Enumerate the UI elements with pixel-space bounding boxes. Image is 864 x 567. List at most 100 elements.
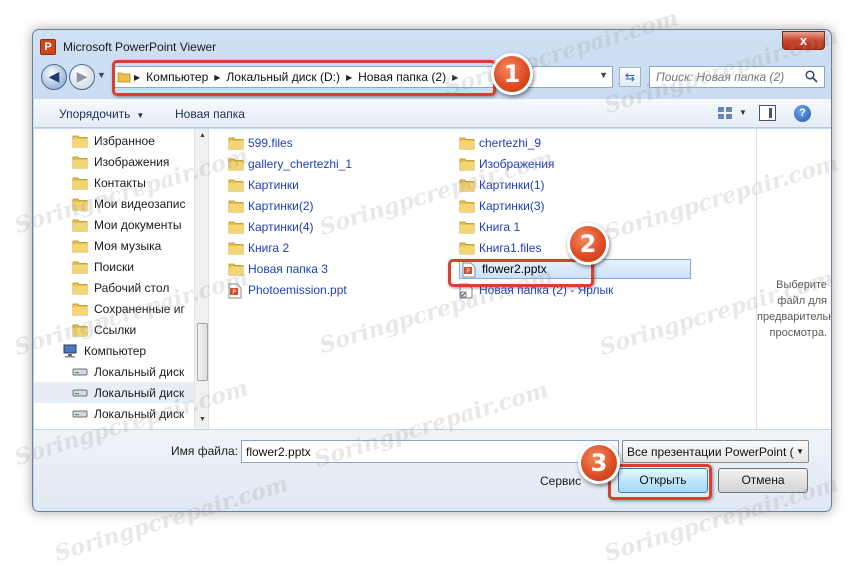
- folder-icon: [72, 155, 88, 169]
- sidebar-item[interactable]: Изображения: [72, 151, 169, 172]
- file-item[interactable]: Новая папка 3: [228, 259, 328, 279]
- title-bar: P Microsoft PowerPoint Viewer x: [33, 30, 831, 62]
- file-name: Книга1.files: [479, 241, 542, 255]
- sidebar-item-label: Ссылки: [94, 322, 137, 337]
- file-item[interactable]: Книга 1: [459, 217, 520, 237]
- file-item[interactable]: Картинки: [228, 175, 299, 195]
- folder-icon: [72, 281, 88, 295]
- file-item[interactable]: 599.files: [228, 133, 293, 153]
- breadcrumb-item[interactable]: Компьютер: [146, 70, 208, 84]
- open-file-dialog: P Microsoft PowerPoint Viewer x ◀ ▶ ▼ ▶ К…: [32, 29, 832, 512]
- sidebar-item-label: Компьютер: [84, 343, 147, 358]
- filename-field[interactable]: flower2.pptx: [241, 440, 619, 463]
- sidebar-item[interactable]: Мои документы: [72, 214, 181, 235]
- step-badge-2: 2: [567, 223, 609, 265]
- search-input[interactable]: Поиск: Новая папка (2): [649, 66, 825, 88]
- sidebar-item[interactable]: Моя музыка: [72, 235, 161, 256]
- svg-text:P: P: [466, 268, 470, 275]
- breadcrumb-item[interactable]: Новая папка (2): [358, 70, 446, 84]
- dialog-footer: Имя файла: flower2.pptx Все презентации …: [34, 430, 831, 511]
- scroll-up-icon[interactable]: ▲: [199, 132, 206, 139]
- file-name: Изображения: [479, 157, 555, 171]
- file-item[interactable]: gallery_chertezhi_1: [228, 154, 352, 174]
- file-item[interactable]: Книга1.files: [459, 238, 541, 258]
- organize-label: Упорядочить: [59, 107, 131, 121]
- chevron-down-icon[interactable]: ▼: [599, 70, 608, 80]
- file-item[interactable]: Картинки(2): [228, 196, 314, 216]
- forward-button[interactable]: ▶: [69, 64, 95, 90]
- organize-button[interactable]: Упорядочить ▼: [59, 107, 144, 121]
- folder-icon: [228, 262, 244, 276]
- filetype-select[interactable]: Все презентации PowerPoint ( ▼: [622, 440, 809, 463]
- sidebar-item[interactable]: Контакты: [72, 172, 146, 193]
- recent-pages-icon[interactable]: ▼: [97, 70, 109, 84]
- sidebar-item-label: Сохраненные иг: [94, 301, 185, 316]
- main-area: Избранное Изображения Контакты Мои видеозап…: [34, 129, 831, 429]
- sidebar-scrollbar[interactable]: ▲ ▼: [194, 129, 208, 429]
- preview-pane-icon[interactable]: [759, 105, 776, 121]
- tools-button[interactable]: Сервис: [540, 474, 581, 488]
- breadcrumb-item[interactable]: Локальный диск (D:): [226, 70, 340, 84]
- close-button[interactable]: x: [782, 31, 825, 50]
- chevron-down-icon[interactable]: ▼: [739, 108, 747, 117]
- ppt-file-icon: P: [228, 283, 244, 299]
- file-item-selected[interactable]: Pflower2.pptx: [459, 259, 691, 279]
- file-name: Книга 2: [248, 241, 290, 255]
- sidebar-item[interactable]: Сохраненные иг: [72, 298, 185, 319]
- file-name: Картинки(2): [248, 199, 314, 213]
- breadcrumb-separator-icon[interactable]: ▶: [452, 73, 458, 82]
- folder-icon: [72, 176, 88, 190]
- sidebar-item[interactable]: Локальный диск: [72, 403, 184, 424]
- sidebar-item[interactable]: Поиски: [72, 256, 134, 277]
- sidebar-item[interactable]: Локальный диск: [34, 382, 194, 403]
- view-mode-icon[interactable]: [717, 106, 733, 120]
- folder-icon: [459, 157, 475, 171]
- drive-icon: [72, 365, 88, 379]
- file-item[interactable]: Изображения: [459, 154, 554, 174]
- file-item[interactable]: Книга 2: [228, 238, 289, 258]
- file-name: gallery_chertezhi_1: [248, 157, 353, 171]
- breadcrumb-separator-icon[interactable]: ▶: [214, 73, 220, 82]
- help-icon[interactable]: ?: [794, 105, 811, 122]
- window-title: Microsoft PowerPoint Viewer: [63, 40, 217, 54]
- filename-label: Имя файла:: [171, 444, 238, 458]
- file-item[interactable]: chertezhi_9: [459, 133, 541, 153]
- chevron-down-icon: ▼: [796, 447, 804, 456]
- sidebar-item[interactable]: Мои видеозапис: [72, 193, 186, 214]
- folder-icon: [459, 178, 475, 192]
- sidebar-item[interactable]: Избранное: [72, 130, 155, 151]
- file-item[interactable]: Картинки(3): [459, 196, 545, 216]
- sidebar-item[interactable]: Ссылки: [72, 319, 136, 340]
- sidebar-item[interactable]: Компьютер: [62, 340, 146, 361]
- shortcut-icon: [459, 283, 475, 299]
- file-item[interactable]: Картинки(1): [459, 175, 545, 195]
- folder-icon: [72, 323, 88, 337]
- sidebar-item-label: Мои документы: [94, 217, 182, 232]
- back-button[interactable]: ◀: [41, 64, 67, 90]
- folder-icon: [459, 136, 475, 150]
- file-name: Картинки(3): [479, 199, 545, 213]
- scroll-down-icon[interactable]: ▼: [199, 416, 206, 423]
- file-name: Книга 1: [479, 220, 521, 234]
- file-name: chertezhi_9: [479, 136, 542, 150]
- file-item[interactable]: Картинки(4): [228, 217, 314, 237]
- sidebar-item-label: Поиски: [94, 259, 134, 274]
- breadcrumb-separator-icon[interactable]: ▶: [346, 73, 352, 82]
- new-folder-button[interactable]: Новая папка: [175, 107, 245, 121]
- folder-icon: [228, 178, 244, 192]
- file-item[interactable]: P Photoemission.ppt: [228, 280, 347, 300]
- folder-icon: [72, 239, 88, 253]
- scrollbar-thumb[interactable]: [197, 323, 208, 381]
- sidebar-item[interactable]: Рабочий стол: [72, 277, 169, 298]
- address-bar[interactable]: ▶ Компьютер ▶ Локальный диск (D:) ▶ Новая пап…: [113, 66, 613, 88]
- breadcrumb-separator-icon[interactable]: ▶: [134, 73, 140, 82]
- file-name: Картинки(4): [248, 220, 314, 234]
- sidebar-item[interactable]: Локальный диск: [72, 361, 184, 382]
- sidebar-item-label: Локальный диск: [94, 406, 185, 421]
- folder-icon: [459, 220, 475, 234]
- cancel-button[interactable]: Отмена: [718, 468, 808, 493]
- file-item[interactable]: Новая папка (2) - Ярлык: [459, 280, 613, 300]
- refresh-button[interactable]: ⇆: [619, 67, 641, 87]
- open-button[interactable]: Открыть: [618, 468, 708, 493]
- folder-icon: [72, 197, 88, 211]
